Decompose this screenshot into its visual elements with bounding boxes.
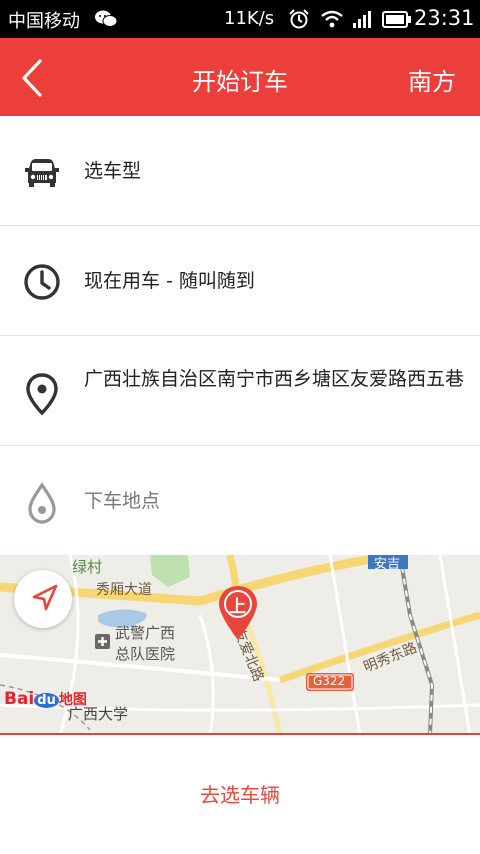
time-row[interactable]: 现在用车 - 随叫随到 (0, 226, 480, 336)
map-view[interactable]: 绿村 秀厢大道 武警广西 总队医院 友爱北路 明秀东路 G322 安吉 广西大学… (0, 555, 480, 735)
battery-icon (382, 11, 412, 33)
baidu-logo-text: Bai (4, 689, 35, 709)
map-label-hospital-1: 武警广西 (115, 624, 176, 642)
navigation-arrow-icon (32, 584, 58, 611)
pickup-location-row[interactable]: 广西壮族自治区南宁市西乡塘区友爱路西五巷 (0, 336, 480, 446)
baidu-logo-map: 地图 (58, 692, 87, 708)
pickup-address: 广西壮族自治区南宁市西乡塘区友爱路西五巷 (84, 368, 465, 390)
car-icon (22, 152, 62, 192)
app-header: 开始订车 南方 (0, 38, 480, 116)
map-label-xiuxiang-road: 秀厢大道 (96, 582, 152, 598)
alarm-icon (288, 9, 310, 33)
map-label-anji: 安吉 (374, 557, 401, 572)
locate-me-button[interactable] (14, 570, 72, 628)
location-pin-icon (22, 372, 62, 416)
clock-time: 23:31 (414, 6, 475, 30)
carrier-name: 中国移动 (8, 11, 80, 32)
pickup-marker-label: 上 (229, 597, 246, 617)
clock-icon (22, 262, 62, 302)
map-label-hospital-2: 总队医院 (115, 645, 176, 663)
baidu-map-logo: Bai du 地图 (4, 689, 87, 709)
baidu-logo-paw: du (34, 693, 59, 708)
map-label-g322: G322 (313, 674, 346, 688)
signal-icon (352, 10, 374, 32)
footer: 去选车辆 (0, 737, 480, 854)
status-bar: 中国移动 11K/s 23:31 (0, 0, 480, 38)
city-selector[interactable]: 南方 (408, 62, 456, 97)
wechat-icon (94, 9, 118, 33)
car-type-row[interactable]: 选车型 (0, 116, 480, 226)
time-label: 现在用车 - 随叫随到 (84, 270, 255, 292)
wifi-icon (320, 10, 344, 32)
car-type-label: 选车型 (84, 160, 142, 182)
pickup-marker[interactable]: 上 (216, 584, 260, 644)
dropoff-placeholder: 下车地点 (84, 490, 161, 512)
map-label-lucun: 绿村 (72, 558, 103, 576)
drop-pin-icon (22, 482, 62, 524)
dropoff-location-row[interactable]: 下车地点 (0, 446, 480, 556)
network-speed: 11K/s (224, 8, 275, 29)
select-vehicle-button[interactable]: 去选车辆 (0, 779, 480, 808)
